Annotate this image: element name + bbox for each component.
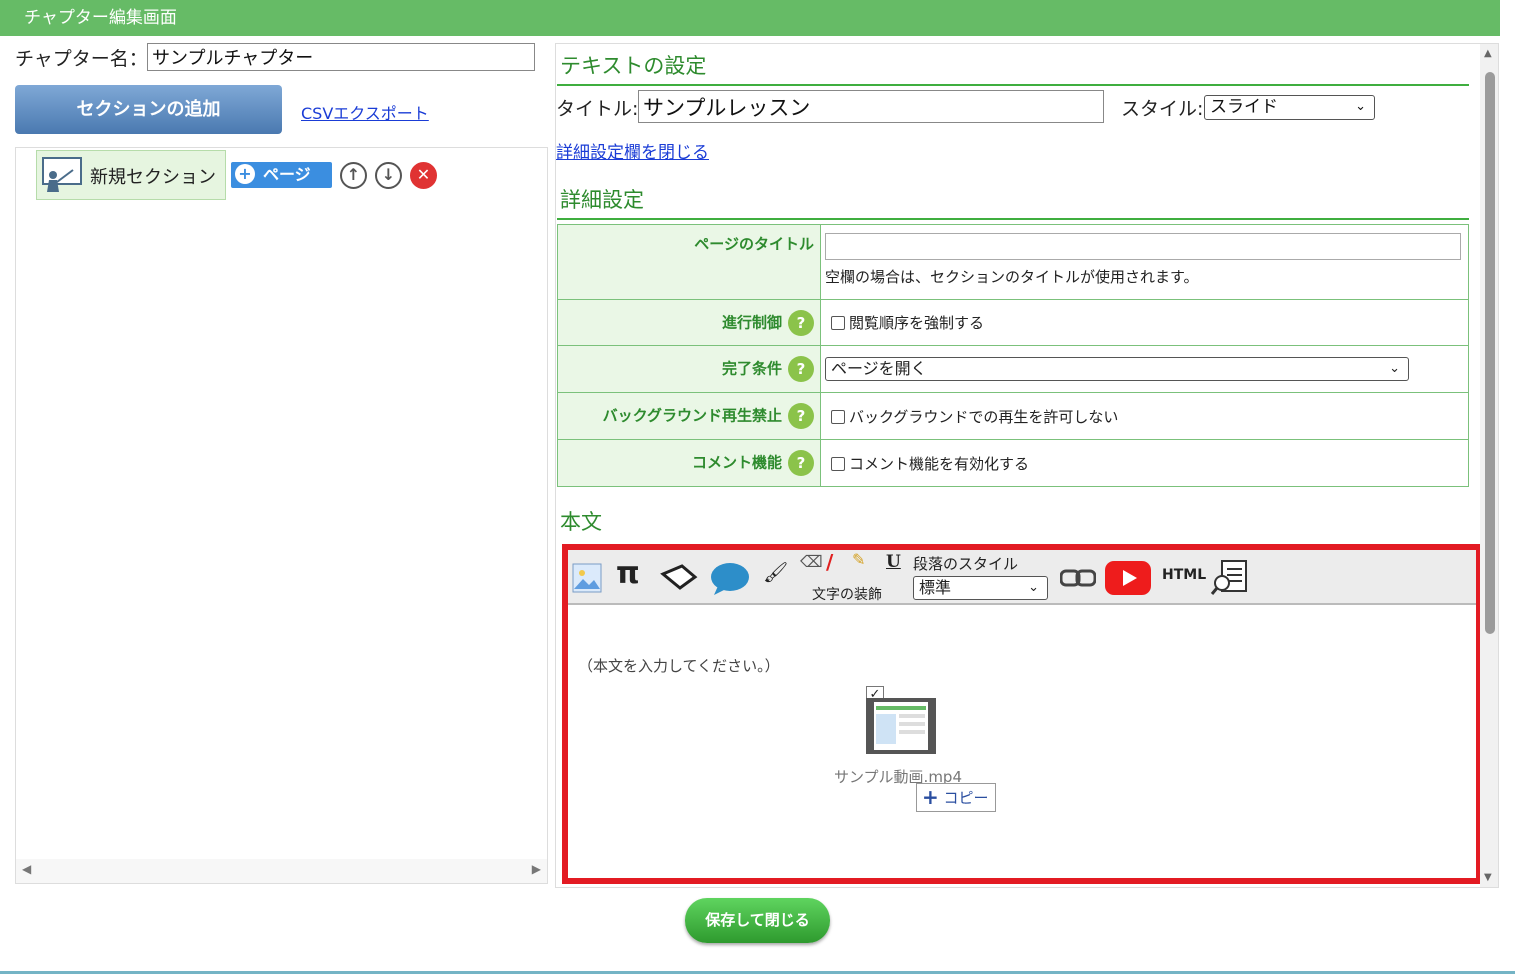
checkbox-label: 閲覧順序を強制する: [849, 314, 985, 332]
move-up-icon[interactable]: ↑: [340, 162, 367, 189]
chevron-down-icon: ⌄: [1355, 99, 1366, 114]
page-title-input[interactable]: [825, 233, 1461, 260]
speech-bubble-icon[interactable]: [710, 562, 750, 596]
body-heading: 本文: [560, 510, 602, 534]
row-label: 完了条件: [721, 359, 782, 378]
copy-button[interactable]: + コピー: [916, 783, 996, 812]
scrollbar-thumb[interactable]: [1485, 72, 1495, 634]
body-placeholder[interactable]: （本文を入力してください。）: [578, 655, 780, 676]
row-label: 進行制御: [721, 313, 782, 331]
vertical-scrollbar[interactable]: ▲ ▼: [1480, 44, 1498, 887]
plus-icon: +: [922, 785, 939, 809]
save-and-close-button[interactable]: 保存して閉じる: [685, 898, 830, 943]
underline-icon[interactable]: U: [886, 552, 901, 572]
plus-circle-icon: +: [235, 164, 255, 184]
copy-label: コピー: [943, 789, 989, 807]
delete-icon[interactable]: ✕: [410, 162, 437, 189]
table-row: バックグラウンド再生禁止? バックグラウンドでの再生を許可しない: [557, 392, 1469, 440]
table-row: ページのタイトル 空欄の場合は、セクションのタイトルが使用されます。: [557, 224, 1469, 300]
move-down-icon[interactable]: ↓: [375, 162, 402, 189]
preview-search-icon[interactable]: [1210, 559, 1248, 597]
scroll-left-icon[interactable]: ◀: [22, 862, 31, 876]
youtube-icon[interactable]: [1104, 560, 1152, 596]
video-thumbnail[interactable]: ✓: [866, 686, 938, 766]
row-label: コメント機能: [691, 453, 782, 472]
force-order-checkbox[interactable]: [831, 316, 845, 330]
csv-export-link[interactable]: CSVエクスポート: [301, 100, 429, 124]
add-page-button[interactable]: + ページ: [231, 162, 332, 188]
detail-settings-table: ページのタイトル 空欄の場合は、セクションのタイトルが使用されます。 進行制御?…: [557, 224, 1469, 487]
paragraph-style-select[interactable]: 標準 ⌄: [913, 576, 1048, 600]
horizontal-scrollbar[interactable]: ◀ ▶: [16, 859, 547, 883]
paint-brush-icon[interactable]: 🖌: [763, 560, 788, 584]
style-select-value: スライド: [1210, 97, 1278, 117]
settings-panel: テキストの設定 タイトル: スタイル: スライド ⌄ 詳細設定欄を閉じる 詳細設…: [555, 43, 1499, 888]
chapter-name-label: チャプター名：: [15, 48, 148, 70]
help-icon[interactable]: ?: [788, 450, 814, 476]
table-row: コメント機能? コメント機能を有効化する: [557, 439, 1469, 487]
completion-select-value: ページを開く: [831, 359, 927, 378]
section-item[interactable]: 新規セクション: [36, 150, 226, 200]
image-insert-icon[interactable]: [572, 563, 602, 593]
paragraph-style-label: 段落のスタイル: [913, 555, 1019, 573]
table-row: 完了条件? ページを開く ⌄: [557, 345, 1469, 393]
row-label: バックグラウンド再生禁止: [602, 406, 782, 425]
style-select[interactable]: スライド ⌄: [1204, 95, 1375, 120]
highlighter-icon[interactable]: ✎: [852, 550, 865, 569]
help-icon[interactable]: ?: [788, 309, 814, 336]
lecture-board-icon: [42, 157, 82, 192]
title-label: タイトル:: [556, 98, 639, 120]
section-name: 新規セクション: [90, 167, 216, 188]
link-icon[interactable]: [1060, 568, 1096, 588]
editor-toolbar: π 🖌 ⌫ / ✎ U 文字の装飾 段落のスタイル 標準 ⌄ HTML: [568, 550, 1476, 605]
style-label: スタイル:: [1121, 98, 1204, 120]
eraser-icon[interactable]: ⌫: [800, 552, 823, 571]
scroll-down-icon[interactable]: ▼: [1484, 872, 1492, 883]
chevron-down-icon: ⌄: [1389, 361, 1400, 376]
lesson-title-input[interactable]: [638, 90, 1104, 123]
heading-divider: [557, 218, 1469, 220]
paragraph-style-value: 標準: [919, 578, 952, 597]
html-icon[interactable]: HTML: [1162, 567, 1206, 583]
video-file-icon: [866, 698, 936, 754]
comment-checkbox[interactable]: [831, 456, 845, 471]
checkbox-label: コメント機能を有効化する: [849, 454, 1030, 473]
completion-select[interactable]: ページを開く ⌄: [825, 357, 1409, 381]
background-play-checkbox[interactable]: [831, 409, 845, 424]
body-editor: π 🖌 ⌫ / ✎ U 文字の装飾 段落のスタイル 標準 ⌄ HTML （本文を…: [562, 544, 1482, 884]
checkbox-label: バックグラウンドでの再生を許可しない: [849, 407, 1119, 426]
help-icon[interactable]: ?: [788, 356, 814, 382]
window-title: チャプター編集画面: [0, 0, 1500, 36]
row-label: ページのタイトル: [557, 224, 821, 300]
chapter-name-input[interactable]: [147, 43, 535, 71]
add-section-button[interactable]: セクションの追加: [15, 85, 282, 134]
detail-settings-heading: 詳細設定: [560, 188, 644, 212]
chevron-down-icon: ⌄: [1028, 580, 1039, 595]
math-pi-icon[interactable]: π: [616, 556, 640, 591]
add-page-label: ページ: [263, 165, 311, 184]
help-icon[interactable]: ?: [788, 403, 814, 429]
scroll-right-icon[interactable]: ▶: [532, 862, 541, 876]
close-detail-link[interactable]: 詳細設定欄を閉じる: [556, 138, 709, 163]
text-settings-heading: テキストの設定: [560, 54, 707, 78]
shape-icon[interactable]: [660, 562, 698, 592]
table-row: 進行制御? 閲覧順序を強制する: [557, 299, 1469, 346]
heading-divider: [557, 84, 1469, 86]
text-decoration-label: 文字の装飾: [812, 587, 882, 603]
page-title-note: 空欄の場合は、セクションのタイトルが使用されます。: [825, 268, 1199, 286]
scroll-up-icon[interactable]: ▲: [1484, 48, 1492, 59]
red-pen-icon[interactable]: /: [826, 550, 833, 574]
section-tree-panel: 新規セクション + ページ ↑ ↓ ✕ ◀ ▶: [15, 147, 548, 884]
